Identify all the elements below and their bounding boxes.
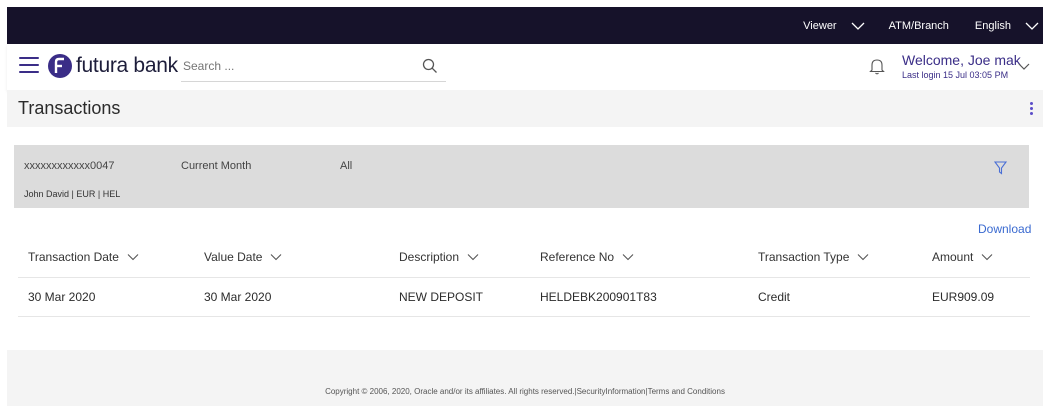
table-divider — [18, 316, 1030, 317]
column-header-description[interactable]: Description — [399, 250, 479, 264]
search-box — [181, 54, 446, 82]
brand-name: futura bank — [76, 54, 178, 77]
chevron-down-icon — [858, 254, 869, 261]
filter-icon[interactable] — [994, 161, 1007, 175]
brand-logo[interactable]: futura bank — [47, 53, 178, 79]
chevron-down-icon — [271, 254, 282, 261]
kebab-menu-icon[interactable] — [1028, 101, 1034, 117]
column-header-label: Transaction Date — [28, 250, 119, 264]
column-header-label: Transaction Type — [758, 250, 850, 264]
cell-transaction-type: Credit — [758, 290, 791, 304]
search-input[interactable] — [181, 54, 405, 78]
account-detail: John David | EUR | HEL — [24, 189, 121, 199]
type-filter: All — [340, 160, 353, 172]
page-title: Transactions — [18, 98, 121, 118]
column-header-label: Reference No — [540, 250, 615, 264]
futura-logo-icon — [48, 54, 72, 78]
chevron-down-icon — [467, 254, 479, 261]
welcome-text: Welcome, Joe mak — [902, 52, 1021, 68]
role-label: Viewer — [803, 19, 837, 32]
language-selector[interactable]: English — [975, 17, 1041, 35]
main-header: futura bank Welcome, Joe mak Last login … — [7, 44, 1043, 90]
filter-summary-bar: xxxxxxxxxxxx0047 John David | EUR | HEL … — [14, 145, 1029, 208]
atm-branch-label: ATM/Branch — [888, 19, 949, 32]
table-divider — [18, 277, 1030, 278]
search-icon[interactable] — [422, 58, 438, 74]
role-selector[interactable]: Viewer — [803, 17, 866, 35]
bell-icon[interactable] — [869, 57, 885, 75]
column-header-transaction-date[interactable]: Transaction Date — [28, 250, 139, 264]
cell-amount: EUR909.09 — [932, 290, 995, 304]
chevron-down-icon[interactable] — [1017, 60, 1031, 74]
chevron-down-icon — [981, 254, 993, 261]
chevron-down-icon — [1025, 22, 1039, 30]
column-header-transaction-type[interactable]: Transaction Type — [758, 250, 869, 264]
user-menu[interactable]: Welcome, Joe mak Last login 15 Jul 03:05… — [902, 52, 1021, 80]
period-filter: Current Month — [181, 160, 252, 172]
top-bar: Viewer ATM/Branch English — [7, 7, 1043, 44]
column-header-label: Description — [399, 250, 460, 264]
atm-branch-link[interactable]: ATM/Branch — [889, 20, 949, 32]
cell-transaction-date: 30 Mar 2020 — [28, 290, 96, 304]
last-login-text: Last login 15 Jul 03:05 PM — [902, 70, 1009, 80]
column-header-reference-no[interactable]: Reference No — [540, 250, 634, 264]
column-header-label: Amount — [932, 250, 974, 264]
account-number: xxxxxxxxxxxx0047 — [24, 160, 115, 172]
cell-value-date: 30 Mar 2020 — [204, 290, 272, 304]
column-header-amount[interactable]: Amount — [932, 250, 993, 264]
language-label: English — [974, 19, 1011, 32]
footer: Copyright © 2006, 2020, Oracle and/or it… — [7, 376, 1043, 406]
download-link[interactable]: Download — [978, 222, 1031, 236]
column-header-value-date[interactable]: Value Date — [204, 250, 282, 264]
column-header-label: Value Date — [204, 250, 263, 264]
chevron-down-icon — [127, 254, 139, 261]
cell-reference-no: HELDEBK200901T83 — [540, 290, 657, 304]
chevron-down-icon — [622, 254, 634, 261]
menu-icon[interactable] — [19, 57, 39, 74]
cell-description: NEW DEPOSIT — [399, 290, 484, 304]
footer-text[interactable]: Copyright © 2006, 2020, Oracle and/or it… — [325, 387, 725, 396]
chevron-down-icon — [851, 22, 865, 30]
